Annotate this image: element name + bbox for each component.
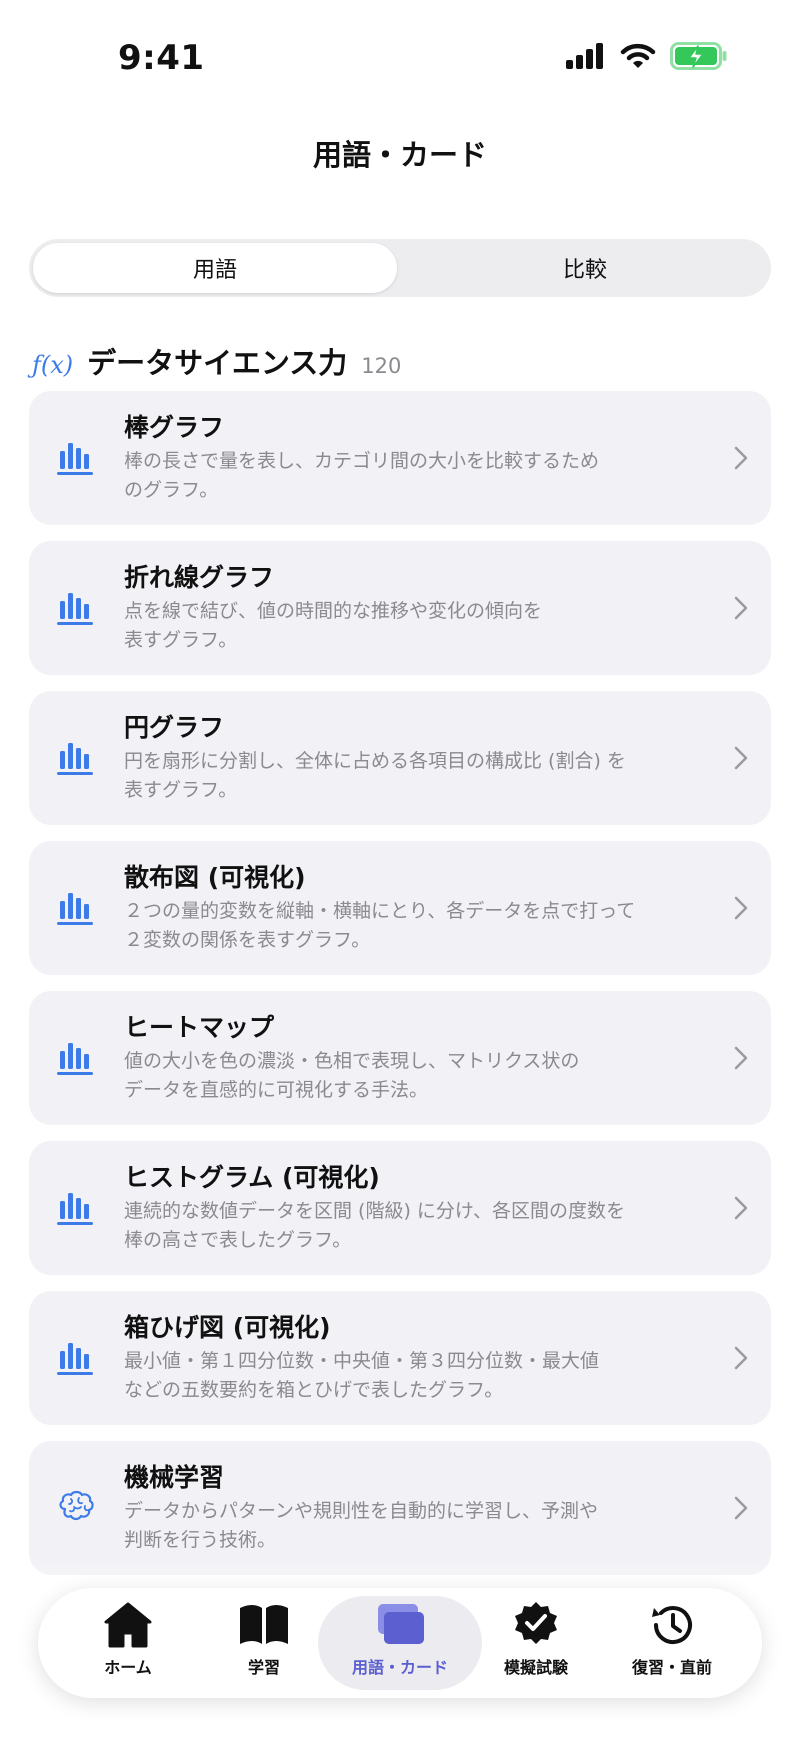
term-name: 散布図 (可視化) xyxy=(124,863,306,892)
term-description-line: 点を線で結び、値の時間的な推移や変化の傾向を xyxy=(124,600,543,622)
section-count: 120 xyxy=(361,354,402,378)
segmented-control: 用語 比較 xyxy=(29,239,771,297)
bar-chart-icon xyxy=(57,443,93,475)
term-description-line: データからパターンや規則性を自動的に学習し、予測や xyxy=(124,1500,599,1522)
tab-label: 復習・直前 xyxy=(631,1658,712,1677)
term-description-line: ２つの量的変数を縦軸・横軸にとり、各データを点で打って xyxy=(124,900,636,922)
term-description-line: 判断を行う技術。 xyxy=(124,1529,277,1551)
term-name: 棒グラフ xyxy=(124,413,225,442)
bar-chart-icon xyxy=(57,1343,93,1375)
term-name: ヒートマップ xyxy=(124,1013,275,1042)
chevron-right-icon xyxy=(734,1346,748,1370)
cards-icon xyxy=(378,1604,424,1644)
tab-mock-exam[interactable]: 模擬試験 xyxy=(468,1596,604,1690)
status-icons xyxy=(566,42,728,70)
term-description: 連続的な数値データを区間 (階級) に分け、各区間の度数を 棒の高さで表したグラ… xyxy=(124,1197,684,1255)
term-description-line: のグラフ。 xyxy=(124,479,219,501)
term-description-line: 円を扇形に分割し、全体に占める各項目の構成比 (割合) を xyxy=(124,750,626,772)
term-description: 棒の長さで量を表し、カテゴリ間の大小を比較するため のグラフ。 xyxy=(124,447,684,505)
term-description-line: 棒の長さで量を表し、カテゴリ間の大小を比較するため xyxy=(124,450,600,472)
term-description: ２つの量的変数を縦軸・横軸にとり、各データを点で打って ２変数の関係を表すグラフ… xyxy=(124,897,684,955)
home-icon xyxy=(104,1602,152,1648)
term-card-heatmap[interactable]: ヒートマップ 値の大小を色の濃淡・色相で表現し、マトリクス状の データを直感的に… xyxy=(29,991,771,1125)
seal-check-icon xyxy=(515,1602,557,1644)
tab-study[interactable]: 学習 xyxy=(196,1596,332,1690)
term-description-line: 値の大小を色の濃淡・色相で表現し、マトリクス状の xyxy=(124,1050,580,1072)
term-card-box-plot[interactable]: 箱ひげ図 (可視化) 最小値・第１四分位数・中央値・第３四分位数・最大値 などの… xyxy=(29,1291,771,1425)
term-name: 円グラフ xyxy=(124,713,225,742)
tab-bar: ホーム 学習 用語・カード 模擬試験 復習・直前 xyxy=(38,1588,762,1698)
term-description-line: データを直感的に可視化する手法。 xyxy=(124,1079,429,1101)
term-name: 機械学習 xyxy=(124,1463,225,1492)
tab-terms-cards[interactable]: 用語・カード xyxy=(318,1596,482,1690)
section-header: ƒ(x) データサイエンス力 120 xyxy=(32,340,401,382)
term-card-pie-chart[interactable]: 円グラフ 円を扇形に分割し、全体に占める各項目の構成比 (割合) を 表すグラフ… xyxy=(29,691,771,825)
wifi-icon xyxy=(620,43,656,68)
term-card-line-chart[interactable]: 折れ線グラフ 点を線で結び、値の時間的な推移や変化の傾向を 表すグラフ。 xyxy=(29,541,771,675)
term-description-line: 最小値・第１四分位数・中央値・第３四分位数・最大値 xyxy=(124,1350,600,1372)
segment-compare[interactable]: 比較 xyxy=(403,243,767,293)
term-description: 最小値・第１四分位数・中央値・第３四分位数・最大値 などの五数要約を箱とひげで表… xyxy=(124,1347,684,1405)
tab-label: 模擬試験 xyxy=(503,1658,568,1677)
bar-chart-icon xyxy=(57,743,93,775)
term-description-line: 連続的な数値データを区間 (階級) に分け、各区間の度数を xyxy=(124,1200,625,1222)
tab-home[interactable]: ホーム xyxy=(60,1596,196,1690)
status-time: 9:41 xyxy=(118,38,205,78)
chevron-right-icon xyxy=(734,446,748,470)
term-name: 箱ひげ図 (可視化) xyxy=(124,1313,331,1342)
term-card-histogram[interactable]: ヒストグラム (可視化) 連続的な数値データを区間 (階級) に分け、各区間の度… xyxy=(29,1141,771,1275)
page-title: 用語・カード xyxy=(312,138,487,172)
term-description: 点を線で結び、値の時間的な推移や変化の傾向を 表すグラフ。 xyxy=(124,597,684,655)
term-list: 棒グラフ 棒の長さで量を表し、カテゴリ間の大小を比較するため のグラフ。 折れ線… xyxy=(29,391,771,1591)
history-icon xyxy=(652,1606,692,1645)
bar-chart-icon xyxy=(57,893,93,925)
brain-icon xyxy=(59,1490,94,1521)
chevron-right-icon xyxy=(734,596,748,620)
term-description-line: などの五数要約を箱とひげで表したグラフ。 xyxy=(124,1379,504,1401)
term-description-line: ２変数の関係を表すグラフ。 xyxy=(124,929,371,951)
term-card-machine-learning[interactable]: 機械学習 データからパターンや規則性を自動的に学習し、予測や 判断を行う技術。 xyxy=(29,1441,771,1575)
chevron-right-icon xyxy=(734,746,748,770)
function-icon: ƒ(x) xyxy=(32,351,74,379)
term-description: 値の大小を色の濃淡・色相で表現し、マトリクス状の データを直感的に可視化する手法… xyxy=(124,1047,684,1105)
bar-chart-icon xyxy=(57,1043,93,1075)
tab-label: 用語・カード xyxy=(351,1658,448,1677)
term-name: ヒストグラム (可視化) xyxy=(124,1163,380,1192)
term-description: データからパターンや規則性を自動的に学習し、予測や 判断を行う技術。 xyxy=(124,1497,684,1555)
chevron-right-icon xyxy=(734,896,748,920)
term-card-bar-chart[interactable]: 棒グラフ 棒の長さで量を表し、カテゴリ間の大小を比較するため のグラフ。 xyxy=(29,391,771,525)
tab-review[interactable]: 復習・直前 xyxy=(604,1596,740,1690)
term-description: 円を扇形に分割し、全体に占める各項目の構成比 (割合) を 表すグラフ。 xyxy=(124,747,684,805)
cellular-signal-icon xyxy=(566,43,603,69)
bar-chart-icon xyxy=(57,593,93,625)
bar-chart-icon xyxy=(57,1193,93,1225)
status-bar: 9:41 xyxy=(0,0,800,120)
battery-charging-icon xyxy=(670,42,727,70)
term-description-line: 表すグラフ。 xyxy=(124,629,238,651)
chevron-right-icon xyxy=(734,1046,748,1070)
chevron-right-icon xyxy=(734,1496,748,1520)
term-name: 折れ線グラフ xyxy=(124,563,275,592)
book-icon xyxy=(240,1605,288,1644)
segment-terms[interactable]: 用語 xyxy=(33,243,397,293)
chevron-right-icon xyxy=(734,1196,748,1220)
term-description-line: 棒の高さで表したグラフ。 xyxy=(124,1229,352,1251)
tab-label: 学習 xyxy=(247,1658,280,1677)
section-title: データサイエンス力 xyxy=(87,346,348,380)
term-card-scatter-plot[interactable]: 散布図 (可視化) ２つの量的変数を縦軸・横軸にとり、各データを点で打って ２変… xyxy=(29,841,771,975)
term-description-line: 表すグラフ。 xyxy=(124,779,238,801)
tab-label: ホーム xyxy=(104,1658,152,1677)
